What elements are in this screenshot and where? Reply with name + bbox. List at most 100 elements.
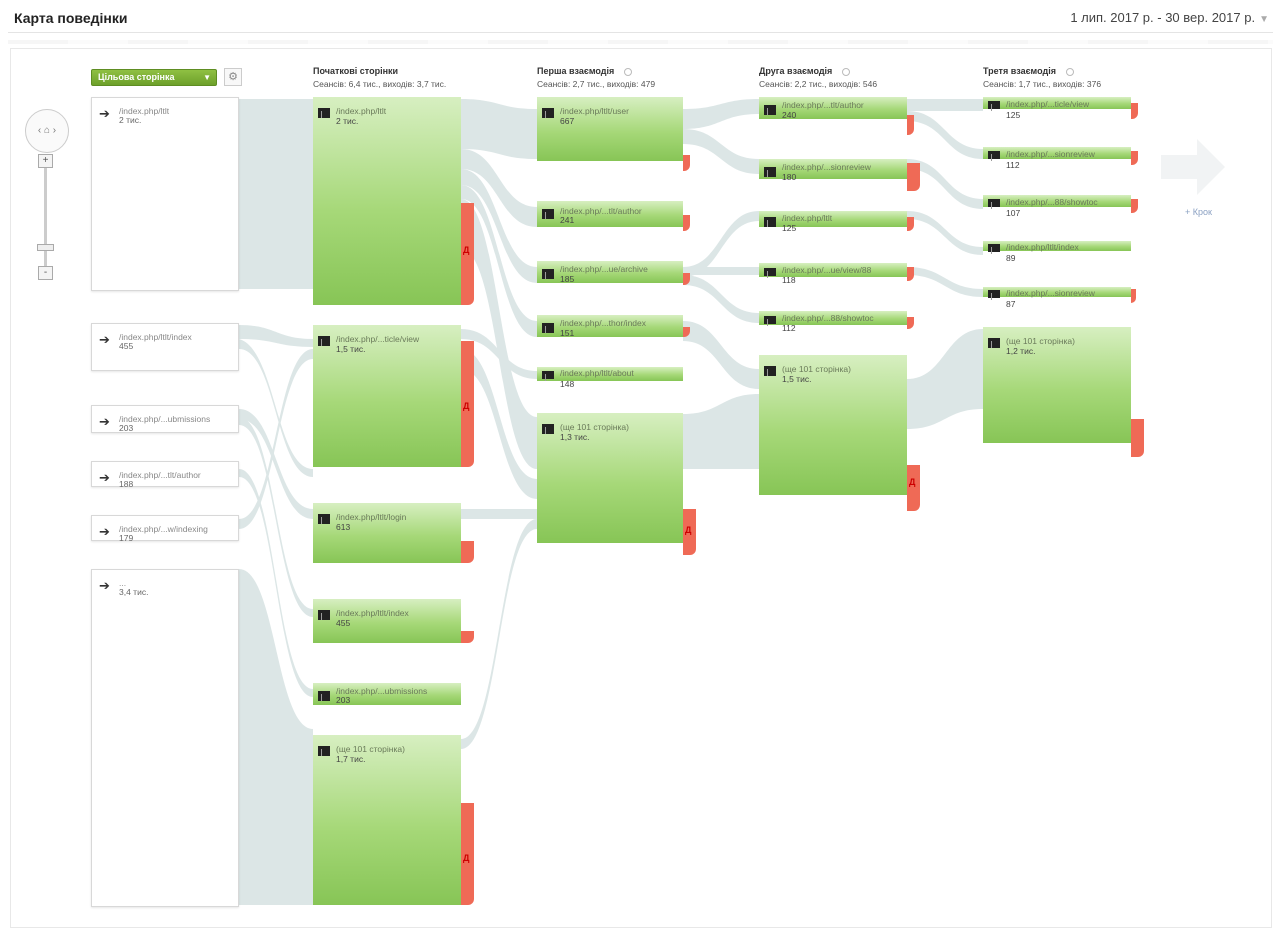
- first-interaction-node[interactable]: /index.php/...thor/index 151: [537, 315, 683, 338]
- add-step-button[interactable]: + Крок: [1161, 137, 1231, 217]
- first-interaction-node[interactable]: /index.php/...tlt/author 241: [537, 201, 683, 227]
- column-options-icon[interactable]: [624, 67, 633, 76]
- start-page-node[interactable]: /index.php/...ticle/view 1,5 тис.: [313, 325, 461, 467]
- page-icon: [542, 424, 554, 434]
- column-stats: Сеансів: 2,2 тис., виходів: 546: [759, 79, 878, 89]
- entrance-arrow-icon: ➔: [99, 470, 110, 485]
- node-label: /index.php/ltlt/index: [336, 608, 409, 618]
- start-page-node[interactable]: (ще 101 сторінка) 1,7 тис.: [313, 735, 461, 905]
- page-icon: [318, 691, 330, 701]
- third-interaction-node[interactable]: (ще 101 сторінка) 1,2 тис.: [983, 327, 1131, 443]
- source-node[interactable]: ➔/index.php/ltlt/index 455: [91, 323, 239, 371]
- node-label: (ще 101 сторінка): [336, 744, 405, 754]
- source-node[interactable]: ➔/index.php/ltlt 2 тис.: [91, 97, 239, 291]
- drop-off-bar[interactable]: [907, 115, 914, 135]
- drop-off-bar[interactable]: [907, 163, 920, 191]
- second-interaction-node[interactable]: /index.php/...tlt/author 240: [759, 97, 907, 120]
- flow-link: [683, 321, 759, 389]
- second-interaction-node[interactable]: /index.php/...sionreview 180: [759, 159, 907, 182]
- node-label: (ще 101 сторінка): [782, 364, 851, 374]
- node-label: (ще 101 сторінка): [1006, 336, 1075, 346]
- start-page-node[interactable]: /index.php/ltlt/login 613: [313, 503, 461, 563]
- start-page-node[interactable]: /index.php/ltlt 2 тис.: [313, 97, 461, 305]
- second-interaction-node[interactable]: /index.php/ltlt 125: [759, 211, 907, 233]
- node-value: 112: [1006, 160, 1020, 170]
- column-stats: Сеансів: 1,7 тис., виходів: 376: [983, 79, 1102, 89]
- column-options-icon[interactable]: [1065, 67, 1074, 76]
- node-label: /index.php/...ue/archive: [560, 264, 648, 274]
- first-interaction-node[interactable]: /index.php/ltlt/about 148: [537, 367, 683, 389]
- drop-off-bar[interactable]: [1131, 419, 1144, 457]
- flow-link: [239, 325, 313, 347]
- chevron-down-icon: ▼: [1259, 14, 1269, 25]
- node-value: 1,7 тис.: [336, 754, 366, 764]
- flow-link: [907, 267, 983, 297]
- date-range-text: 1 лип. 2017 р. - 30 вер. 2017 р.: [1070, 10, 1256, 25]
- node-value: 1,2 тис.: [1006, 346, 1036, 356]
- third-interaction-node[interactable]: /index.php/...88/showtoc 107: [983, 195, 1131, 218]
- column-header-third-interaction: Третя взаємодія Сеансів: 1,7 тис., виход…: [983, 66, 1101, 89]
- source-node[interactable]: ➔/index.php/...tlt/author 188: [91, 461, 239, 489]
- flow-link: [239, 349, 313, 529]
- start-page-node[interactable]: /index.php/...ubmissions 203: [313, 683, 461, 705]
- flow-link: [683, 275, 759, 323]
- node-value: 89: [1006, 253, 1016, 263]
- second-interaction-node[interactable]: /index.php/...88/showtoc 112: [759, 311, 907, 333]
- second-interaction-node[interactable]: /index.php/...ue/view/88 118: [759, 263, 907, 285]
- source-node[interactable]: ➔/index.php/...w/indexing 179: [91, 515, 239, 543]
- node-value: 180: [782, 172, 797, 182]
- flow-link: [461, 509, 537, 519]
- page-icon: [988, 338, 1000, 348]
- behavior-flow-canvas[interactable]: ‹ ⌂ › + - Цільова сторінка ▼ ⚙ Початкові …: [10, 48, 1272, 928]
- source-node[interactable]: ➔/index.php/...ubmissions 203: [91, 405, 239, 433]
- column-title: Початкові сторінки: [313, 66, 399, 76]
- column-options-icon[interactable]: [842, 67, 851, 76]
- third-interaction-node[interactable]: /index.php/...ticle/view 125: [983, 97, 1131, 120]
- third-interaction-node[interactable]: /index.php/...sionreview 87: [983, 287, 1131, 309]
- node-value: 667: [560, 116, 575, 126]
- column-header-first-interaction: Перша взаємодія Сеансів: 2,7 тис., виход…: [537, 66, 655, 89]
- third-interaction-node[interactable]: /index.php/ltlt/index 89: [983, 241, 1131, 263]
- first-interaction-node[interactable]: /index.php/ltlt/user 667: [537, 97, 683, 161]
- flow-link: [907, 211, 983, 255]
- zoom-slider-handle[interactable]: [37, 244, 54, 251]
- zoom-out-button[interactable]: -: [38, 266, 53, 280]
- gear-icon[interactable]: ⚙: [224, 68, 242, 86]
- pan-control[interactable]: ‹ ⌂ ›: [25, 109, 69, 153]
- drop-off-bar[interactable]: [461, 541, 474, 563]
- page-icon: [318, 746, 330, 756]
- node-value: 1,3 тис.: [560, 432, 590, 442]
- node-label: /index.php/...sionreview: [782, 162, 871, 172]
- drop-off-bar[interactable]: Д: [461, 341, 474, 467]
- node-value: 1,5 тис.: [336, 344, 366, 354]
- page-icon: [988, 151, 1000, 161]
- flow-link: [239, 99, 313, 289]
- drop-off-bar[interactable]: [461, 631, 474, 643]
- zoom-slider-track[interactable]: [44, 164, 47, 274]
- node-label: (ще 101 сторінка): [560, 422, 629, 432]
- drop-off-bar[interactable]: Д: [461, 203, 474, 305]
- third-interaction-node[interactable]: /index.php/...sionreview 112: [983, 147, 1131, 170]
- drop-off-bar[interactable]: Д: [461, 803, 474, 905]
- page-icon: [318, 610, 330, 620]
- drop-off-bar[interactable]: Д: [683, 509, 696, 555]
- drop-off-marker: Д: [685, 525, 692, 535]
- start-page-node[interactable]: /index.php/ltlt/index 455: [313, 599, 461, 643]
- header-divider: [8, 32, 1273, 33]
- node-value: 151: [560, 328, 575, 338]
- page-title: Карта поведінки: [14, 10, 128, 26]
- zoom-in-button[interactable]: +: [38, 154, 53, 168]
- first-interaction-node[interactable]: /index.php/...ue/archive 185: [537, 261, 683, 284]
- second-interaction-node[interactable]: (ще 101 сторінка) 1,5 тис.: [759, 355, 907, 495]
- dimension-select[interactable]: Цільова сторінка ▼: [91, 69, 217, 86]
- first-interaction-node[interactable]: (ще 101 сторінка) 1,3 тис.: [537, 413, 683, 543]
- entrance-arrow-icon: ➔: [99, 578, 110, 593]
- dimension-select-label: Цільова сторінка: [98, 72, 175, 82]
- source-node[interactable]: ➔... 3,4 тис.: [91, 569, 239, 907]
- page-icon: [764, 105, 776, 115]
- flow-link: [907, 329, 983, 429]
- node-label: /index.php/ltlt: [336, 106, 387, 116]
- node-value: 118: [782, 275, 796, 285]
- drop-off-bar[interactable]: Д: [907, 465, 920, 511]
- date-range-picker[interactable]: 1 лип. 2017 р. - 30 вер. 2017 р. ▼: [1070, 10, 1269, 25]
